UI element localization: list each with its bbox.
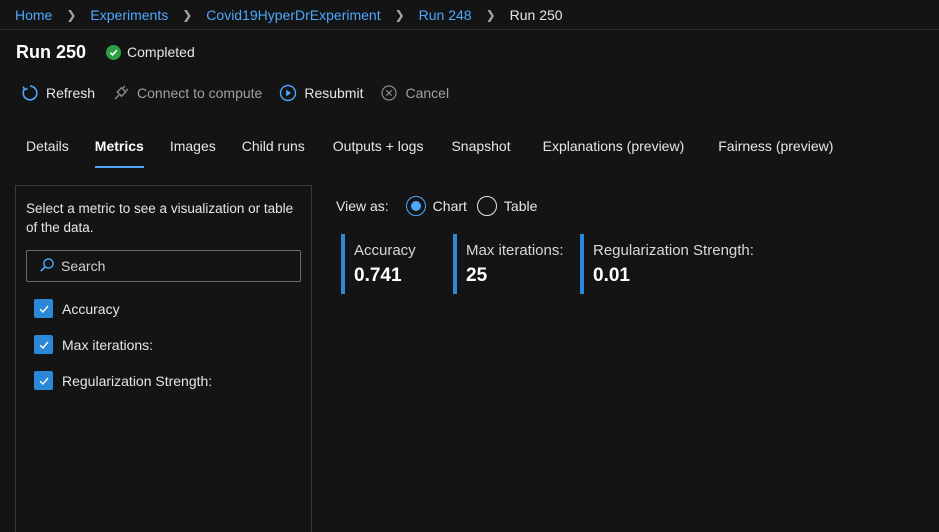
breadcrumb: Home ❯ Experiments ❯ Covid19HyperDrExper… (0, 0, 939, 30)
metric-item-accuracy[interactable]: Accuracy (34, 299, 120, 318)
tab-details[interactable]: Details (26, 136, 69, 168)
radio-unselected-icon[interactable] (476, 196, 497, 216)
cancel-circle-icon (379, 83, 399, 103)
checkbox-checked-icon[interactable] (34, 335, 53, 354)
search-box[interactable] (26, 250, 301, 282)
plug-icon (111, 83, 131, 103)
metric-label: Regularization Strength: (62, 372, 213, 389)
chevron-right-icon: ❯ (394, 7, 405, 22)
resubmit-button[interactable]: Resubmit (278, 83, 363, 103)
status-badge: Completed (106, 44, 195, 60)
chevron-right-icon: ❯ (485, 7, 496, 22)
metrics-sidebar: Select a metric to see a visualization o… (15, 185, 312, 532)
status-text: Completed (127, 44, 195, 60)
radio-table[interactable]: Table (476, 196, 538, 216)
tab-explanations[interactable]: Explanations (preview) (543, 136, 685, 168)
view-as-selector: View as: Chart Table (336, 195, 547, 217)
sidebar-description: Select a metric to see a visualization o… (26, 201, 294, 235)
refresh-icon (20, 83, 40, 103)
toolbar: Refresh Connect to compute Resubmit Canc… (20, 82, 465, 104)
card-label: Regularization Strength: (593, 242, 754, 259)
radio-selected-icon[interactable] (405, 196, 426, 216)
metric-label: Accuracy (62, 300, 120, 317)
chevron-right-icon: ❯ (182, 7, 193, 22)
search-input[interactable] (61, 258, 291, 274)
metric-label: Max iterations: (62, 336, 154, 353)
radio-label: Table (503, 198, 538, 214)
cancel-label: Cancel (405, 85, 450, 101)
card-value: 0.741 (354, 265, 402, 286)
connect-label: Connect to compute (137, 85, 263, 101)
checkbox-checked-icon[interactable] (34, 371, 53, 390)
card-label: Max iterations: (466, 242, 564, 259)
cancel-button[interactable]: Cancel (379, 83, 449, 103)
title-row: Run 250 Completed (16, 40, 195, 64)
tab-fairness[interactable]: Fairness (preview) (718, 136, 833, 168)
tab-child-runs[interactable]: Child runs (242, 136, 305, 168)
check-circle-icon (106, 44, 122, 60)
metric-card-max-iterations: Max iterations: 25 (453, 234, 564, 294)
breadcrumb-experiments[interactable]: Experiments (90, 7, 168, 23)
chevron-right-icon: ❯ (66, 7, 77, 22)
metric-card-regularization-strength: Regularization Strength: 0.01 (580, 234, 754, 294)
page-title: Run 250 (16, 41, 87, 62)
radio-label: Chart (432, 198, 467, 214)
card-label: Accuracy (354, 242, 416, 259)
metric-card-accuracy: Accuracy 0.741 (341, 234, 416, 294)
breadcrumb-home[interactable]: Home (15, 7, 52, 23)
card-value: 25 (466, 265, 488, 286)
tab-bar: Details Metrics Images Child runs Output… (26, 136, 833, 168)
tab-outputs-logs[interactable]: Outputs + logs (333, 136, 424, 168)
tab-snapshot[interactable]: Snapshot (451, 136, 510, 168)
metric-item-regularization-strength[interactable]: Regularization Strength: (34, 371, 212, 390)
breadcrumb-experiment[interactable]: Covid19HyperDrExperiment (206, 7, 380, 23)
tab-metrics[interactable]: Metrics (94, 136, 144, 168)
resubmit-label: Resubmit (304, 85, 364, 101)
card-value: 0.01 (593, 265, 630, 286)
play-circle-icon (278, 83, 298, 103)
radio-chart[interactable]: Chart (405, 196, 467, 216)
view-as-label: View as: (336, 198, 389, 214)
breadcrumb-current: Run 250 (509, 6, 563, 23)
tab-images[interactable]: Images (170, 136, 216, 168)
refresh-button[interactable]: Refresh (20, 83, 95, 103)
refresh-label: Refresh (46, 85, 96, 101)
checkbox-checked-icon[interactable] (34, 299, 53, 318)
search-icon (39, 257, 55, 276)
metric-item-max-iterations[interactable]: Max iterations: (34, 335, 153, 354)
breadcrumb-parent-run[interactable]: Run 248 (419, 7, 472, 23)
connect-to-compute-button[interactable]: Connect to compute (111, 83, 262, 103)
